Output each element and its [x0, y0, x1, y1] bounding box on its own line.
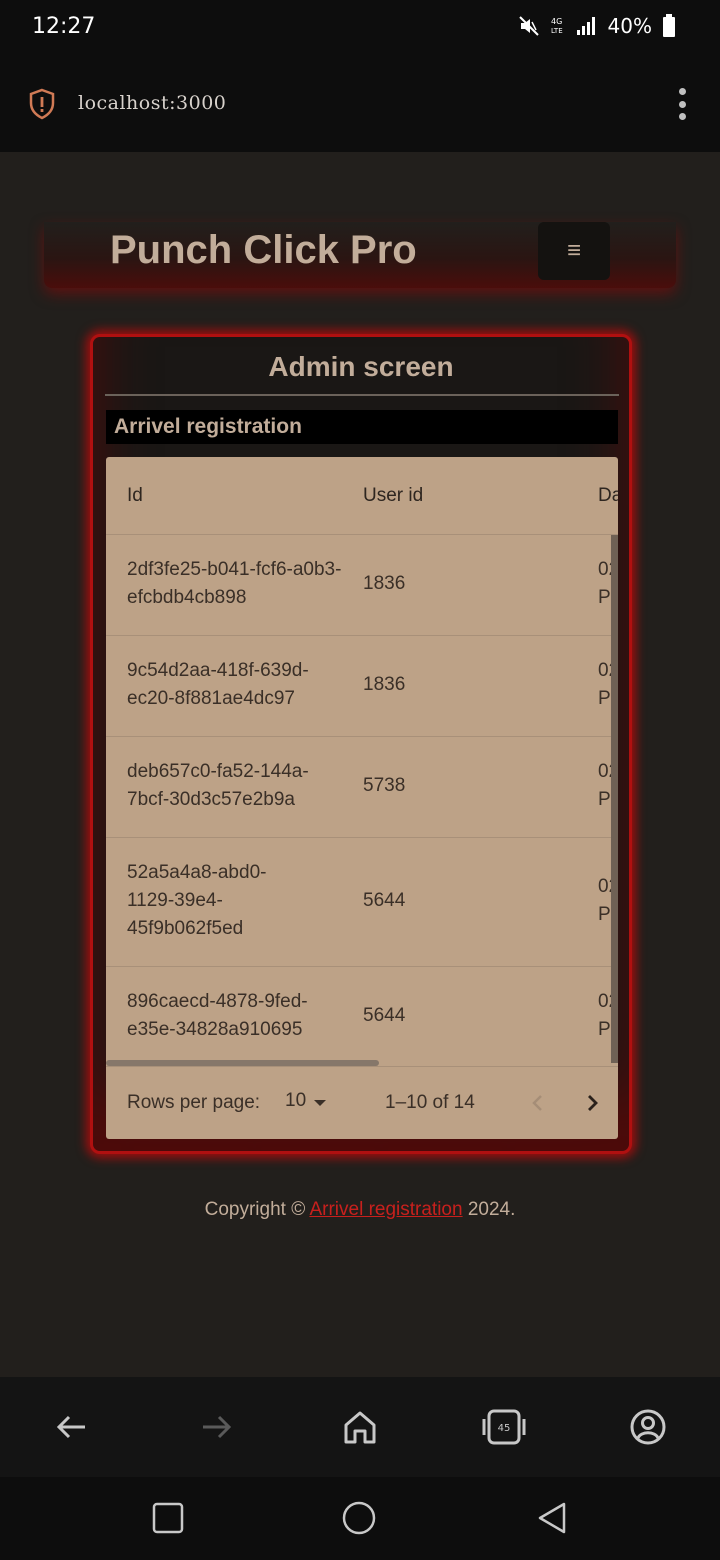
table-row[interactable]: 2df3fe25-b041-fcf6-a0b3-efcbdb4cb898 183…: [106, 535, 618, 636]
back-triangle-icon[interactable]: [536, 1501, 568, 1535]
vertical-scrollbar[interactable]: [611, 535, 618, 1063]
copyright-year: 2024.: [467, 1199, 516, 1220]
recents-icon[interactable]: [152, 1502, 184, 1534]
web-page: Punch Click Pro ≡ Admin screen Arrivel r…: [0, 152, 720, 1377]
table-row[interactable]: 9c54d2aa-418f-639d-ec20-8f881ae4dc97 183…: [106, 636, 618, 737]
hamburger-menu-button[interactable]: ≡: [538, 222, 610, 280]
app-title: Punch Click Pro: [110, 228, 417, 272]
tabs-button[interactable]: 45: [482, 1407, 526, 1447]
cell-user-id: 5644: [363, 1005, 406, 1026]
home-icon[interactable]: [340, 1407, 380, 1447]
previous-page-icon[interactable]: [524, 1086, 552, 1120]
svg-text:LTE: LTE: [551, 27, 563, 35]
footer-link[interactable]: Arrivel registration: [309, 1199, 462, 1220]
shield-alert-icon[interactable]: [28, 88, 56, 120]
signal-icon: [576, 17, 595, 35]
table-header: Id User id Da: [106, 457, 618, 535]
section-header: Arrivel registration: [106, 410, 618, 444]
next-page-icon[interactable]: [578, 1086, 606, 1120]
cell-id: deb657c0-fa52-144a-7bcf-30d3c57e2b9a: [127, 761, 309, 810]
forward-arrow-icon[interactable]: [196, 1407, 236, 1447]
app-header: Punch Click Pro ≡: [44, 222, 676, 288]
cell-id: 896caecd-4878-9fed-e35e-34828a910695: [127, 991, 308, 1040]
cell-id: 2df3fe25-b041-fcf6-a0b3-efcbdb4cb898: [127, 559, 342, 608]
copyright-footer: Copyright © Arrivel registration 2024.: [0, 1199, 720, 1221]
pagination-range: 1–10 of 14: [385, 1092, 475, 1113]
browser-address-bar: localhost:3000: [0, 56, 720, 152]
column-header-user-id[interactable]: User id: [363, 485, 423, 507]
rows-per-page-value: 10: [285, 1090, 307, 1111]
column-header-id[interactable]: Id: [127, 485, 143, 507]
cell-user-id: 5644: [363, 890, 406, 911]
table-pagination: Rows per page: 10 1–10 of 14: [106, 1066, 618, 1139]
browser-bottom-nav: 45: [0, 1377, 720, 1477]
status-icons: 4G LTE 40%: [518, 14, 676, 38]
account-icon[interactable]: [628, 1407, 668, 1447]
divider: [105, 394, 619, 396]
cell-user-id: 1836: [363, 674, 406, 695]
table-row[interactable]: deb657c0-fa52-144a-7bcf-30d3c57e2b9a 573…: [106, 737, 618, 838]
table-row[interactable]: 896caecd-4878-9fed-e35e-34828a910695 564…: [106, 967, 618, 1067]
svg-text:4G: 4G: [551, 17, 562, 26]
page-title: Admin screen: [268, 351, 454, 382]
system-nav-bar: [0, 1477, 720, 1560]
lte-icon: 4G LTE: [551, 17, 563, 35]
battery-percent: 40%: [607, 14, 652, 38]
status-bar: 12:27 4G LTE 40%: [0, 0, 720, 56]
cell-user-id: 5738: [363, 775, 406, 796]
more-options-icon[interactable]: [676, 88, 688, 120]
column-header-date[interactable]: Da: [598, 485, 618, 507]
section-title: Arrivel registration: [114, 415, 302, 438]
cell-id: 52a5a4a8-abd0-1129-39e4-45f9b062f5ed: [127, 862, 267, 939]
data-table: Id User id Da 2df3fe25-b041-fcf6-a0b3-ef…: [106, 457, 618, 1139]
copyright-prefix: Copyright ©: [204, 1199, 306, 1220]
caret-down-icon: [314, 1099, 327, 1106]
table-row[interactable]: 52a5a4a8-abd0-1129-39e4-45f9b062f5ed 564…: [106, 838, 618, 967]
status-time: 12:27: [32, 14, 96, 39]
mute-icon: [518, 16, 539, 36]
tabs-count: 45: [498, 1423, 511, 1434]
battery-icon: [663, 14, 675, 37]
cell-user-id: 1836: [363, 573, 406, 594]
admin-card: Admin screen Arrivel registration Id Use…: [90, 334, 632, 1154]
home-circle-icon[interactable]: [342, 1501, 376, 1535]
rows-per-page-label: Rows per page:: [127, 1092, 261, 1113]
url-field[interactable]: localhost:3000: [78, 92, 226, 114]
tabs-icon: 45: [482, 1409, 526, 1445]
rows-per-page-select[interactable]: 10: [285, 1090, 327, 1112]
back-arrow-icon[interactable]: [52, 1407, 92, 1447]
cell-id: 9c54d2aa-418f-639d-ec20-8f881ae4dc97: [127, 660, 309, 709]
